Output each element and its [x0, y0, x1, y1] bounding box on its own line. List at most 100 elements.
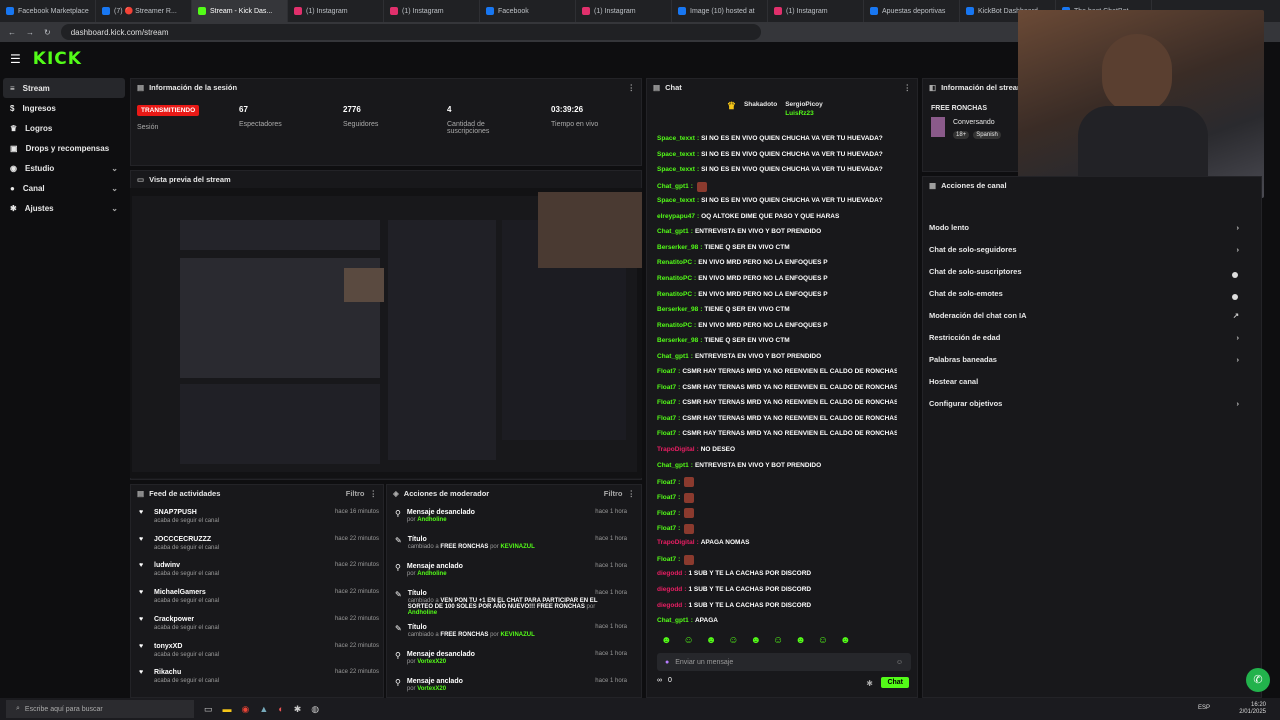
chat-username[interactable]: diegodd [657, 586, 682, 593]
chat-input[interactable]: ● Enviar un mensaje ☺ [657, 653, 911, 671]
chat-username[interactable]: Float7 [657, 368, 676, 375]
emote-icon[interactable]: ☺ [684, 635, 694, 646]
chat-username[interactable]: Float7 [657, 430, 676, 437]
chat-username[interactable]: TrapoDigital [657, 539, 695, 546]
filter-button[interactable]: Filtro [346, 489, 365, 498]
chat-username[interactable]: TrapoDigital [657, 446, 695, 453]
emote-icon[interactable]: ☺ [773, 635, 783, 646]
channel-action-item[interactable]: Chat de solo-seguidores › [929, 239, 1239, 259]
support-chat-button[interactable]: ✆ [1246, 668, 1270, 692]
channel-action-item[interactable]: Chat de solo-emotes [929, 283, 1239, 303]
chat-username[interactable]: Chat_gpt1 [657, 617, 689, 624]
browser-tab[interactable]: (1) Instagram [288, 0, 384, 22]
emote-icon[interactable]: ☻ [795, 635, 806, 646]
emote-icon[interactable]: ☺ [818, 635, 828, 646]
channel-action-item[interactable]: Modo lento › [929, 217, 1239, 237]
url-field[interactable]: dashboard.kick.com/stream [60, 24, 761, 40]
channel-action-item[interactable]: Palabras baneadas › [929, 349, 1239, 369]
filter-button[interactable]: Filtro [604, 489, 623, 498]
folder-icon[interactable]: ▬ [223, 704, 232, 714]
kick-logo[interactable]: KICK [33, 49, 82, 69]
chat-username[interactable]: Float7 [657, 525, 676, 532]
link-icon[interactable]: ∞ [657, 677, 662, 684]
obs-icon[interactable]: ◍ [311, 704, 319, 715]
browser-tab[interactable]: Stream - Kick Das... [192, 0, 288, 22]
chat-username[interactable]: Berserker_98 [657, 337, 698, 344]
chat-username[interactable]: Space_texxt [657, 135, 695, 142]
sidebar-item-ingresos[interactable]: $ Ingresos [0, 98, 128, 118]
chat-username[interactable]: Float7 [657, 399, 676, 406]
chat-username[interactable]: elreypapu47 [657, 213, 695, 220]
chrome-icon[interactable]: ◉ [242, 704, 250, 715]
more-icon[interactable]: ⋮ [628, 83, 636, 92]
chat-separator: : [678, 383, 681, 391]
channel-action-item[interactable]: Configurar objetivos › [929, 393, 1239, 413]
emote-icon[interactable]: ☺ [728, 635, 738, 646]
menu-icon[interactable]: ☰ [10, 52, 21, 66]
channel-action-item[interactable]: Moderación del chat con IA ↗ [929, 305, 1239, 325]
browser-tab[interactable]: Facebook Marketplace [0, 0, 96, 22]
emote-icon[interactable]: ☻ [706, 635, 717, 646]
sidebar-item-ajustes[interactable]: ✱ Ajustes ⌄ [0, 198, 128, 218]
app-icon[interactable]: ▲ [259, 704, 268, 714]
taskbar-search[interactable]: ⌕ Escribe aquí para buscar [6, 700, 194, 718]
browser-tab[interactable]: (1) Instagram [384, 0, 480, 22]
chat-username[interactable]: Chat_gpt1 [657, 462, 689, 469]
chat-username[interactable]: Space_texxt [657, 151, 695, 158]
chat-username[interactable]: Float7 [657, 479, 676, 486]
stream-preview[interactable] [130, 188, 642, 478]
favicon-icon [198, 7, 206, 15]
chat-username[interactable]: RenatitoPC [657, 275, 692, 282]
channel-action-item[interactable]: Restricción de edad › [929, 327, 1239, 347]
chat-username[interactable]: Berserker_98 [657, 244, 698, 251]
action-detail: por Andholine [407, 571, 597, 577]
chat-username[interactable]: Chat_gpt1 [657, 228, 689, 235]
chat-username[interactable]: Space_texxt [657, 197, 695, 204]
taskview-icon[interactable]: ▭ [204, 704, 213, 715]
emoji-icon[interactable]: ☺ [896, 659, 903, 666]
chat-username[interactable]: Float7 [657, 384, 676, 391]
browser-tab[interactable]: Facebook [480, 0, 576, 22]
browser-tab[interactable]: (7) 🔴 Streamer R... [96, 0, 192, 22]
browser-tab[interactable]: (1) Instagram [576, 0, 672, 22]
more-icon[interactable]: ⋮ [628, 489, 636, 498]
chat-text: SI NO ES EN VIVO QUIEN CHUCHA VA VER TU … [701, 150, 883, 158]
channel-action-item[interactable]: Hostear canal [929, 371, 1239, 391]
chat-username[interactable]: RenatitoPC [657, 291, 692, 298]
forward-icon[interactable]: → [26, 28, 34, 37]
sidebar-item-logros[interactable]: ♛ Logros [0, 118, 128, 138]
chat-username[interactable]: Float7 [657, 556, 676, 563]
emote-icon[interactable]: ☻ [661, 635, 672, 646]
system-tray[interactable]: ESP 16:20 2/01/2025 [1198, 702, 1266, 716]
app-icon[interactable]: ◐ [278, 704, 283, 714]
more-icon[interactable]: ⋮ [904, 83, 912, 92]
sidebar-item-drops[interactable]: ▣ Drops y recompensas [0, 138, 128, 158]
chat-username[interactable]: Float7 [657, 510, 676, 517]
more-icon[interactable]: ⋮ [370, 489, 378, 498]
browser-tab[interactable]: Apuestas deportivas [864, 0, 960, 22]
sidebar-item-stream[interactable]: ≡ Stream [3, 78, 125, 98]
chat-username[interactable]: RenatitoPC [657, 322, 692, 329]
chat-username[interactable]: Berserker_98 [657, 306, 698, 313]
emote-icon[interactable]: ☻ [840, 635, 851, 646]
settings-icon[interactable]: ✱ [294, 704, 302, 715]
emote-icon[interactable]: ☻ [751, 635, 762, 646]
chat-username[interactable]: Space_texxt [657, 166, 695, 173]
sidebar-item-canal[interactable]: ● Canal ⌄ [0, 178, 128, 198]
reload-icon[interactable]: ↻ [44, 28, 51, 37]
chat-text: 1 SUB Y TE LA CACHAS POR DISCORD [688, 585, 812, 593]
chat-username[interactable]: Chat_gpt1 [657, 183, 689, 190]
sidebar-item-estudio[interactable]: ◉ Estudio ⌄ [0, 158, 128, 178]
browser-tab[interactable]: Image (10) hosted at [672, 0, 768, 22]
back-icon[interactable]: ← [8, 28, 16, 37]
chat-username[interactable]: RenatitoPC [657, 259, 692, 266]
browser-tab[interactable]: (1) Instagram [768, 0, 864, 22]
chat-username[interactable]: Chat_gpt1 [657, 353, 689, 360]
chat-username[interactable]: diegodd [657, 602, 682, 609]
chat-username[interactable]: Float7 [657, 494, 676, 501]
send-chat-button[interactable]: Chat [881, 677, 909, 688]
channel-action-item[interactable]: Chat de solo-suscriptores [929, 261, 1239, 281]
chat-username[interactable]: Float7 [657, 415, 676, 422]
chat-username[interactable]: diegodd [657, 570, 682, 577]
gear-icon[interactable]: ✱ [866, 679, 873, 688]
